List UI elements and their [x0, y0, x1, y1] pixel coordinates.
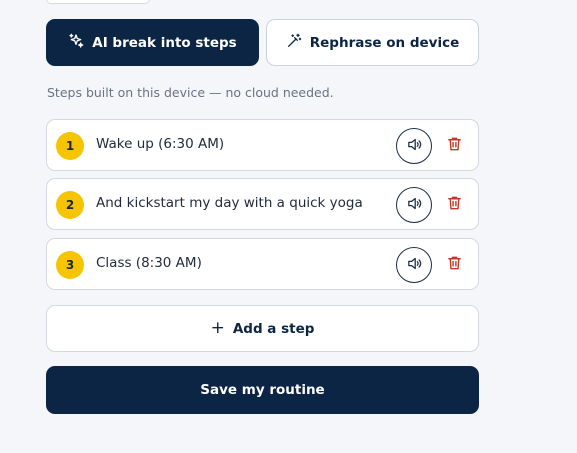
delete-step-button[interactable]	[445, 136, 463, 156]
step-row[interactable]: 1 Wake up (6:30 AM)	[46, 119, 479, 171]
add-step-label: Add a step	[232, 320, 315, 337]
previous-panel-edge	[46, 0, 150, 4]
ai-break-into-steps-button[interactable]: AI break into steps	[46, 19, 259, 66]
on-device-hint: Steps built on this device — no cloud ne…	[47, 85, 334, 100]
magic-wand-icon	[286, 33, 302, 53]
speak-step-button[interactable]	[396, 187, 432, 223]
step-row[interactable]: 2 And kickstart my day with a quick yoga	[46, 178, 479, 230]
step-number-badge: 1	[56, 132, 84, 160]
trash-icon	[446, 194, 463, 216]
speak-step-button[interactable]	[396, 128, 432, 164]
delete-step-button[interactable]	[445, 255, 463, 275]
step-number-badge: 2	[56, 191, 84, 219]
ai-break-label: AI break into steps	[92, 34, 237, 51]
save-routine-label: Save my routine	[200, 382, 325, 398]
rephrase-on-device-button[interactable]: Rephrase on device	[266, 19, 479, 66]
speaker-icon	[406, 195, 423, 216]
sparkles-icon	[68, 33, 84, 53]
step-label[interactable]: Class (8:30 AM)	[96, 255, 202, 271]
delete-step-button[interactable]	[445, 195, 463, 215]
step-number-badge: 3	[56, 251, 84, 279]
step-label[interactable]: Wake up (6:30 AM)	[96, 136, 224, 152]
add-step-button[interactable]: + Add a step	[46, 305, 479, 352]
save-routine-button[interactable]: Save my routine	[46, 366, 479, 414]
speaker-icon	[406, 136, 423, 157]
step-row[interactable]: 3 Class (8:30 AM)	[46, 238, 479, 290]
rephrase-label: Rephrase on device	[309, 34, 460, 51]
speaker-icon	[406, 255, 423, 276]
speak-step-button[interactable]	[396, 247, 432, 283]
trash-icon	[446, 135, 463, 157]
step-label[interactable]: And kickstart my day with a quick yoga	[96, 195, 363, 211]
plus-icon: +	[210, 318, 225, 338]
trash-icon	[446, 254, 463, 276]
